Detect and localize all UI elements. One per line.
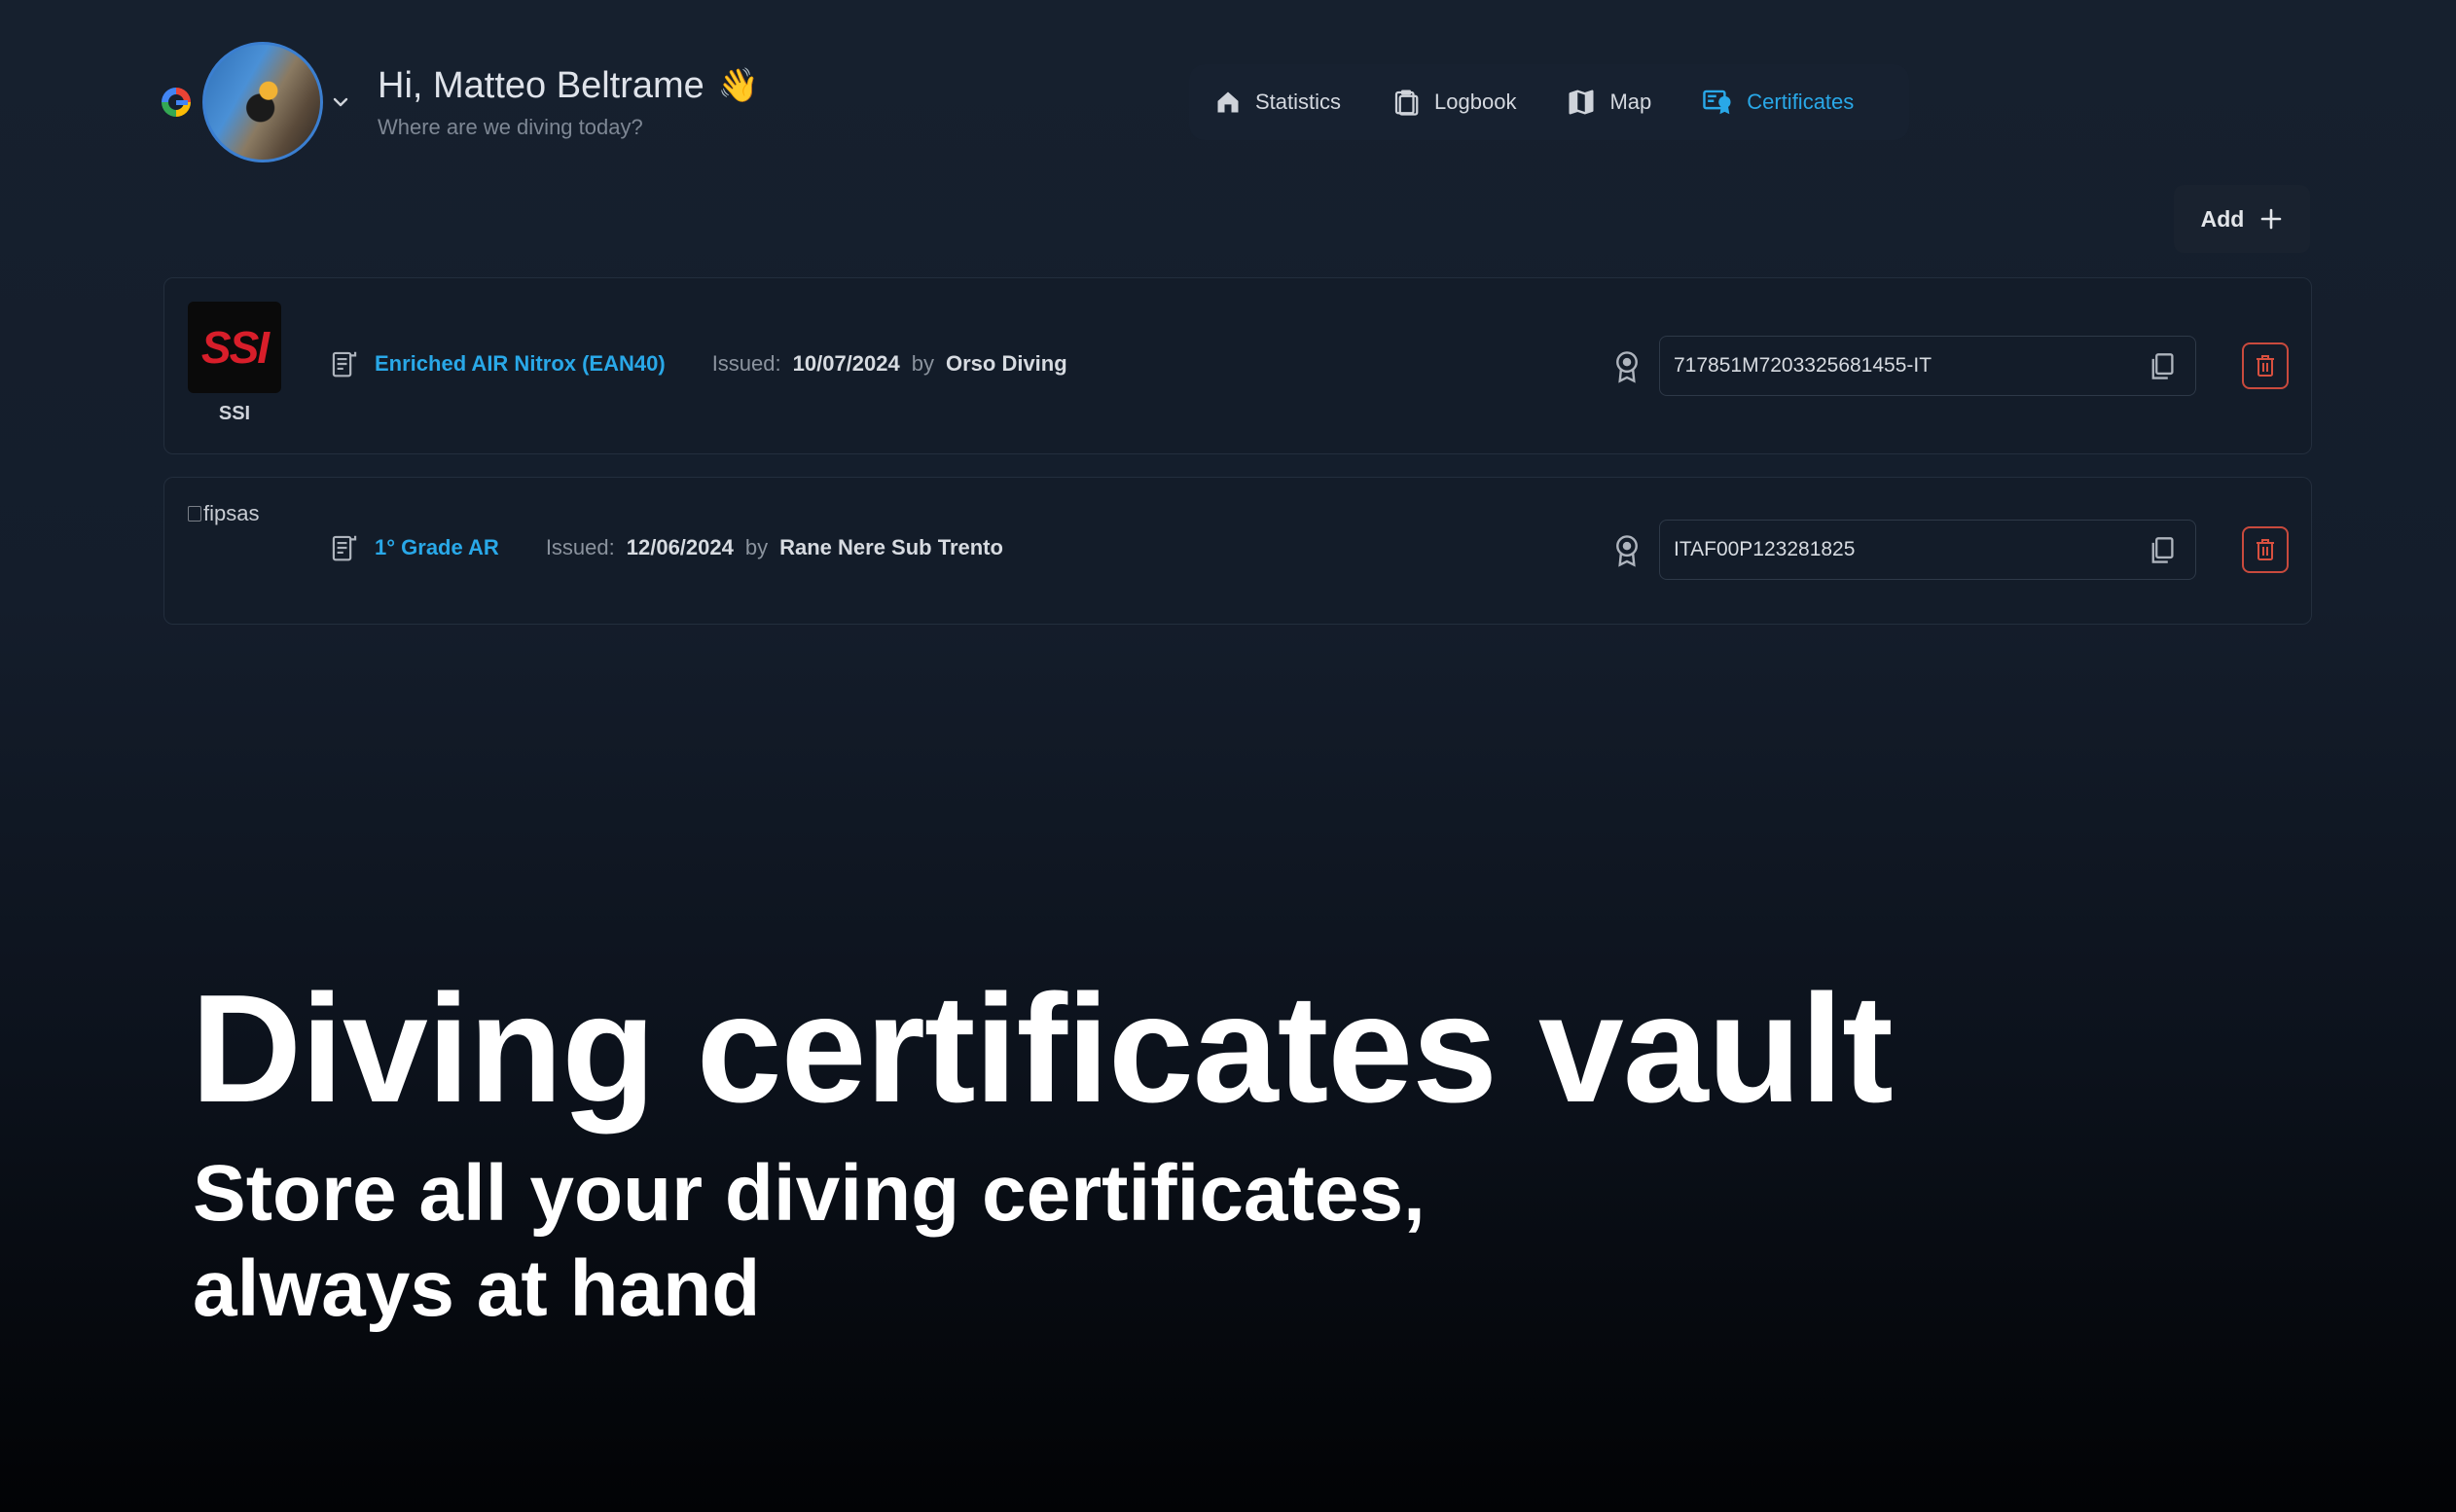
document-icon — [332, 351, 357, 378]
hero-subtitle-line: always at hand — [193, 1244, 761, 1334]
broken-image-icon — [188, 506, 201, 522]
issuer-name: Rane Nere Sub Trento — [779, 535, 1003, 559]
org-logo-ssi: SSI — [188, 302, 281, 393]
nav-label: Map — [1609, 90, 1652, 114]
certificate-info: Enriched AIR Nitrox (EAN40) Issued: 10/0… — [330, 348, 1067, 379]
certificate-info: 1° Grade AR Issued: 12/06/2024 by Rane N… — [330, 532, 1003, 563]
plus-icon — [2261, 208, 2282, 230]
certificate-id: ITAF00P123281825 — [1674, 538, 1856, 560]
delete-button[interactable] — [2242, 342, 2289, 389]
user-header: Hi, Matteo Beltrame 👋 Where are we divin… — [162, 39, 759, 165]
by-label: by — [911, 351, 934, 376]
chevron-down-icon[interactable] — [331, 90, 354, 114]
nav-item-statistics[interactable]: Statistics — [1214, 89, 1341, 116]
certificate-name[interactable]: Enriched AIR Nitrox (EAN40) — [375, 351, 666, 377]
trash-icon — [2257, 355, 2274, 377]
certificate-card: fipsas 1° Grade AR Issued: 12/06/2024 by… — [163, 477, 2312, 625]
issued-label: Issued: — [711, 351, 781, 376]
award-badge-icon — [1616, 535, 1638, 567]
hero-title: Diving certificates vault — [191, 963, 1894, 1134]
certificate-id-field[interactable]: 717851M7203325681455-IT — [1659, 336, 2196, 396]
avatar[interactable] — [202, 42, 323, 162]
document-icon — [332, 535, 357, 561]
hero-subtitle-line: Store all your diving certificates, — [193, 1149, 1426, 1238]
org-logo-text: SSI — [200, 322, 270, 373]
nav-item-certificates[interactable]: Certificates — [1702, 88, 1854, 117]
waving-hand-icon: 👋 — [717, 67, 760, 104]
map-icon — [1569, 90, 1594, 115]
greeting-subtitle: Where are we diving today? — [378, 114, 643, 139]
org-label: SSI — [218, 403, 251, 424]
copy-icon[interactable] — [2149, 536, 2176, 565]
by-label: by — [744, 535, 769, 559]
home-icon — [1217, 91, 1239, 113]
delete-button[interactable] — [2242, 526, 2289, 573]
clipboard-icon — [1394, 90, 1419, 116]
nav-label: Statistics — [1255, 90, 1342, 114]
issued-date: 12/06/2024 — [626, 535, 734, 559]
greeting-text: Hi, Matteo Beltrame — [378, 64, 704, 106]
trash-icon — [2257, 539, 2274, 560]
org-logo-fipsas: fipsas — [188, 501, 259, 526]
certificate-id-field[interactable]: ITAF00P123281825 — [1659, 520, 2196, 580]
issued-label: Issued: — [545, 535, 615, 559]
add-certificate-button[interactable]: Add — [2174, 185, 2310, 253]
certificate-card: SSI SSI Enriched AIR Nitrox (EAN40) Issu… — [163, 277, 2312, 454]
certificate-name[interactable]: 1° Grade AR — [375, 535, 499, 560]
nav-label: Certificates — [1747, 90, 1855, 114]
google-icon — [162, 88, 191, 117]
main-nav: Statistics Logbook Map Certificates — [1189, 64, 1909, 140]
issuer-name: Orso Diving — [945, 351, 1067, 376]
greeting-block: Hi, Matteo Beltrame 👋 Where are we divin… — [378, 65, 759, 140]
certificate-icon — [1703, 90, 1731, 115]
issued-date: 10/07/2024 — [792, 351, 900, 376]
award-badge-icon — [1616, 351, 1638, 383]
certificate-id: 717851M7203325681455-IT — [1674, 354, 1932, 377]
org-logo-alt-text: fipsas — [203, 501, 260, 525]
nav-item-logbook[interactable]: Logbook — [1391, 88, 1516, 117]
nav-item-map[interactable]: Map — [1567, 88, 1651, 117]
copy-icon[interactable] — [2149, 352, 2176, 381]
hero-subtitle: Store all your diving certificates, alwa… — [193, 1146, 1750, 1338]
nav-label: Logbook — [1434, 90, 1517, 114]
add-button-label: Add — [2200, 205, 2245, 232]
